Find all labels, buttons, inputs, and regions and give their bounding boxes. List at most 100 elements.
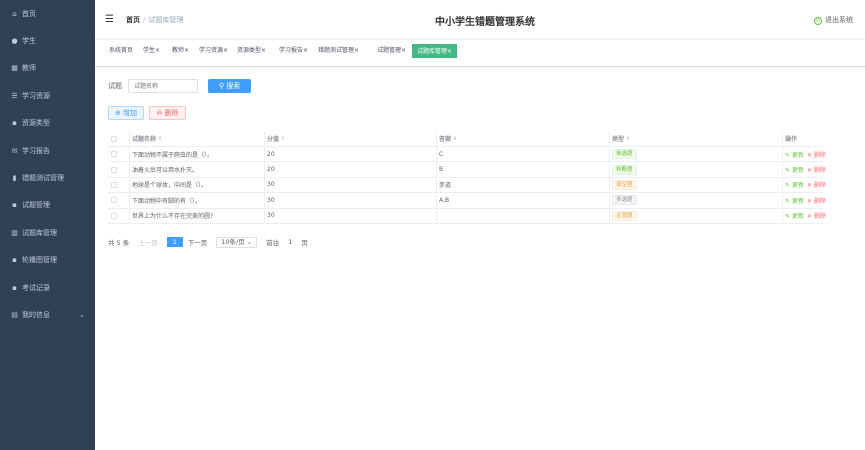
close-icon[interactable]: × [447, 48, 452, 55]
column-header: 操作 [785, 131, 797, 146]
plus-circle-icon: ⊕ [114, 109, 121, 117]
question-name: 下面动物中有脚的有（）。 [132, 197, 202, 205]
sidebar-item-6[interactable]: ▮ 错题测试管理 [0, 164, 95, 191]
question-score: 20 [267, 150, 275, 158]
user-icon: ● [11, 37, 18, 46]
close-icon[interactable]: × [401, 47, 406, 54]
close-icon[interactable]: × [354, 47, 359, 54]
close-icon[interactable]: × [261, 47, 266, 54]
column-divider [129, 162, 130, 177]
row-actions: ✎ 更新 ✕ 删除 [785, 162, 826, 176]
sidebar-item-5[interactable]: ✉ 学习报告 [0, 137, 95, 164]
column-header[interactable]: 试题名称 ⇕ [132, 131, 162, 146]
tag-0[interactable]: 系统首页 [108, 44, 134, 58]
tag-5[interactable]: 学习报告× [278, 44, 309, 58]
checkbox[interactable] [111, 212, 117, 219]
page-size-select[interactable]: 10条/页 ⌄ [216, 236, 258, 248]
column-divider [436, 193, 437, 208]
column-divider [129, 131, 130, 146]
sort-icon[interactable]: ⇕ [453, 136, 457, 142]
checkbox[interactable] [111, 135, 117, 142]
sidebar-item-label: 考试记录 [22, 283, 50, 292]
update-label: 更新 [791, 213, 804, 221]
column-header-label: 操作 [785, 136, 798, 143]
sidebar-item-0[interactable]: ⌂ 首页 [0, 0, 95, 27]
delete-button[interactable]: ✕ 删除 [807, 165, 826, 174]
sidebar-item-2[interactable]: ▦ 教师 [0, 55, 95, 82]
column-divider [609, 193, 610, 208]
add-button[interactable]: ⊕ 增加 [108, 106, 144, 120]
search-button[interactable]: ⚲ 搜索 [208, 79, 251, 93]
question-name: 油着火后可以用水扑灭。 [132, 167, 199, 175]
tag-4[interactable]: 资源类型× [236, 44, 267, 58]
tag-1[interactable]: 学生× [142, 44, 161, 58]
sidebar-item-1[interactable]: ● 学生 [0, 27, 95, 54]
sidebar-item-11[interactable]: ▤ 我的信息 ⌄ [0, 301, 95, 328]
sidebar-item-7[interactable]: ▪ 试题管理 [0, 192, 95, 219]
tag-2[interactable]: 教师× [171, 44, 190, 58]
sidebar-item-label: 我的信息 [22, 310, 50, 319]
delete-button[interactable]: ✕ 删除 [807, 150, 826, 159]
update-button[interactable]: ✎ 更新 [785, 196, 804, 205]
breadcrumb-current: 试题库管理 [148, 16, 184, 24]
update-button[interactable]: ✎ 更新 [785, 211, 804, 220]
close-icon: ✕ [806, 213, 814, 221]
delete-button[interactable]: ✕ 删除 [807, 196, 826, 205]
column-divider [129, 208, 130, 223]
delete-button[interactable]: ✕ 删除 [807, 211, 826, 220]
sort-icon[interactable]: ⇕ [626, 136, 630, 142]
tag-label: 试题库管理 [417, 48, 448, 55]
sidebar-item-9[interactable]: ▪ 轮播图管理 [0, 247, 95, 274]
question-type: 主观题 [612, 209, 637, 223]
tag-8[interactable]: 试题库管理× [412, 44, 458, 58]
logout-button[interactable]: ⏻ 退出系统 [814, 15, 853, 25]
goto-page-input[interactable]: 1 [283, 238, 297, 246]
update-button[interactable]: ✎ 更新 [785, 150, 804, 159]
sidebar-item-10[interactable]: ▪ 考试记录 [0, 274, 95, 301]
table-header: 试题名称 ⇕ 分值 ⇕ 答案 ⇕ 类型 ⇕ 操作 [108, 131, 823, 147]
checkbox[interactable] [111, 151, 117, 158]
sort-icon[interactable]: ⇕ [281, 136, 285, 142]
search-input[interactable] [128, 79, 198, 93]
close-icon[interactable]: × [184, 47, 189, 54]
checkbox[interactable] [111, 166, 117, 173]
update-button[interactable]: ✎ 更新 [785, 165, 804, 174]
question-answer: A,B [439, 196, 450, 204]
edit-icon: ✎ [785, 197, 792, 205]
pagination-next[interactable]: 下一页 [188, 237, 208, 247]
pagination-page-1[interactable]: 1 [166, 237, 183, 247]
column-divider [436, 208, 437, 223]
chevron-down-icon: ⌄ [79, 310, 85, 319]
search-button-label: 搜索 [226, 82, 241, 90]
sidebar-item-3[interactable]: ☰ 学习资源 [0, 82, 95, 109]
checkbox[interactable] [111, 181, 117, 188]
sort-icon[interactable]: ⇕ [158, 136, 162, 142]
update-button[interactable]: ✎ 更新 [785, 180, 804, 189]
close-icon[interactable]: × [155, 47, 160, 54]
delete-button[interactable]: ✕ 删除 [807, 180, 826, 189]
question-score: 30 [267, 181, 275, 189]
breadcrumb-home[interactable]: 首页 [126, 16, 140, 24]
tag-label: 试题管理 [377, 47, 402, 54]
column-divider [609, 162, 610, 177]
hamburger-icon[interactable]: ☰ [105, 14, 114, 25]
checkbox[interactable] [111, 197, 117, 204]
column-divider [609, 208, 610, 223]
tag-7[interactable]: 试题管理× [376, 44, 407, 58]
close-icon[interactable]: × [223, 47, 228, 54]
column-divider [436, 147, 437, 162]
minus-circle-icon: ⊖ [156, 109, 163, 117]
column-header[interactable]: 答案 ⇕ [439, 131, 457, 146]
tag-6[interactable]: 错题测试管理× [317, 44, 360, 58]
sidebar-item-4[interactable]: ▪ 资源类型 [0, 110, 95, 137]
goto-prefix: 前往 [266, 239, 280, 247]
column-header[interactable]: 分值 ⇕ [267, 131, 285, 146]
pagination-prev[interactable]: 上一页 [138, 237, 158, 247]
column-header[interactable]: 类型 ⇕ [612, 131, 630, 146]
table-row: 世界上为什么不存在完美的圆? 30 主观题 ✎ 更新 ✕ 删除 [108, 208, 826, 224]
batch-delete-button[interactable]: ⊖ 删除 [149, 106, 186, 120]
tag-3[interactable]: 学习资源× [198, 44, 229, 58]
close-icon[interactable]: × [303, 47, 308, 54]
apps-icon: ▪ [12, 119, 17, 128]
sidebar-item-8[interactable]: ▥ 试题库管理 [0, 219, 95, 246]
